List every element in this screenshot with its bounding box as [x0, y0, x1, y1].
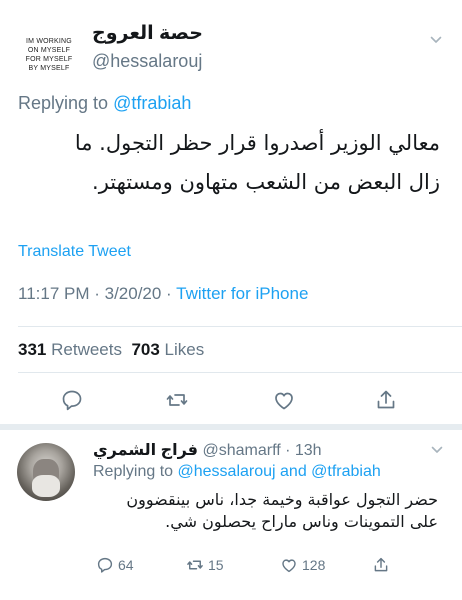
source-link[interactable]: Twitter for iPhone	[176, 284, 308, 303]
reply-header: فراج الشمري @shamarff · 13h	[93, 440, 322, 460]
like-count: 128	[302, 557, 326, 573]
like-button[interactable]: 128	[280, 554, 325, 576]
retweets-count: 331	[18, 340, 47, 359]
reply-button[interactable]: 64	[96, 554, 134, 576]
replying-handle-link[interactable]: @tfrabiah	[113, 93, 191, 113]
replying-to: Replying to @hessalarouj and @tfrabiah	[93, 463, 381, 481]
reply-text: حضر التجول عواقبة وخيمة جدا، ناس بينقضوو…	[83, 489, 438, 533]
avatar-beard	[32, 475, 60, 497]
share-icon	[374, 557, 388, 572]
replying-prefix: Replying to	[93, 463, 174, 480]
retweets-label: Retweets	[51, 340, 122, 359]
likes-stat[interactable]: 703 Likes	[131, 340, 204, 359]
replying-to: Replying to @tfrabiah	[18, 93, 191, 114]
replying-prefix: Replying to	[18, 93, 109, 113]
timestamp: 11:17 PM · 3/20/20 ·	[18, 284, 177, 303]
engagement-stats: 331 Retweets 703 Likes	[18, 340, 204, 360]
avatar-text-line: FOR MYSELF	[25, 56, 73, 63]
tweet-text-line: زال البعض من الشعب متهاون ومستهتر.	[92, 170, 440, 194]
retweet-button[interactable]: 15	[186, 554, 224, 576]
retweets-stat[interactable]: 331 Retweets	[18, 340, 122, 359]
divider	[18, 326, 462, 327]
likes-label: Likes	[164, 340, 205, 359]
avatar-text-line: IM WORKING	[26, 38, 72, 45]
reply-text-line: حضر التجول عواقبة وخيمة جدا، ناس بينقضوو…	[126, 490, 438, 509]
avatar[interactable]: IM WORKING ON MYSELF FOR MYSELF BY MYSEL…	[18, 30, 80, 80]
display-name[interactable]: حصة العروج	[92, 22, 203, 45]
like-icon[interactable]	[272, 388, 296, 412]
reply-icon[interactable]	[60, 388, 84, 412]
like-icon	[282, 559, 296, 573]
avatar-text-line: ON MYSELF	[27, 47, 71, 54]
avatar[interactable]	[17, 443, 75, 501]
display-name[interactable]: فراج الشمري	[93, 442, 198, 459]
reply-tweet[interactable]: فراج الشمري @shamarff · 13h Replying to …	[0, 430, 462, 600]
main-tweet: IM WORKING ON MYSELF FOR MYSELF BY MYSEL…	[0, 0, 462, 424]
tweet-meta: 11:17 PM · 3/20/20 · Twitter for iPhone	[18, 284, 308, 304]
share-icon[interactable]	[374, 388, 398, 412]
reply-count: 64	[118, 557, 134, 573]
translate-tweet-link[interactable]: Translate Tweet	[18, 243, 131, 261]
reply-icon	[97, 557, 113, 573]
reply-text-line: على التموينات وناس ماراح يحصلون شي.	[165, 512, 438, 531]
tweet-text: معالي الوزير أصدروا قرار حظر التجول. ما …	[15, 124, 440, 202]
user-handle[interactable]: @hessalarouj	[92, 51, 202, 72]
avatar-text-line: BY MYSELF	[28, 65, 70, 72]
handle-time: @shamarff · 13h	[202, 442, 322, 459]
replying-handles-link[interactable]: @hessalarouj and @tfrabiah	[178, 463, 381, 480]
chevron-down-icon[interactable]	[430, 34, 442, 46]
divider	[18, 372, 462, 373]
tweet-text-line: معالي الوزير أصدروا قرار حظر التجول. ما	[74, 131, 440, 155]
retweet-icon	[187, 560, 203, 570]
retweet-count: 15	[208, 557, 224, 573]
retweet-icon[interactable]	[165, 388, 189, 412]
share-button[interactable]	[372, 554, 394, 576]
chevron-down-icon[interactable]	[431, 444, 443, 456]
likes-count: 703	[131, 340, 160, 359]
